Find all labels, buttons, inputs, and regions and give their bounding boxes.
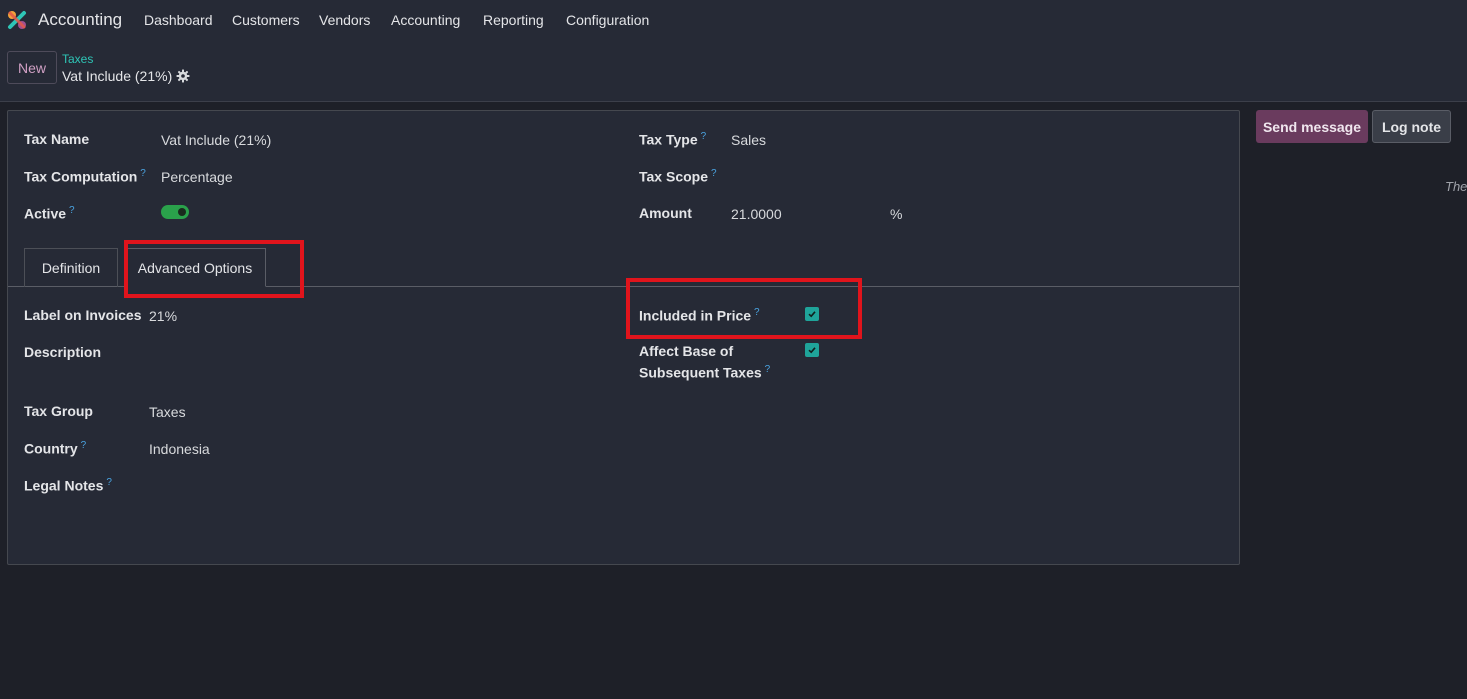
tax-group-label: Tax Group (24, 403, 93, 419)
active-label-text: Active (24, 205, 67, 222)
send-message-button[interactable]: Send message (1256, 110, 1368, 143)
nav-item-dashboard[interactable]: Dashboard (144, 12, 213, 28)
accounting-app-icon[interactable] (7, 10, 27, 30)
tax-type-label-text: Tax Type (639, 131, 698, 148)
country-field[interactable]: Indonesia (149, 441, 210, 457)
tax-group-field[interactable]: Taxes (149, 404, 186, 420)
tax-computation-field[interactable]: Percentage (161, 169, 233, 185)
nav-item-customers[interactable]: Customers (232, 12, 300, 28)
help-icon[interactable]: ? (701, 131, 707, 142)
gear-icon[interactable] (176, 69, 190, 83)
legal-notes-label: Legal Notes? (24, 477, 112, 494)
affect-base-checkbox[interactable] (805, 343, 819, 357)
affect-base-label-line2-text: Subsequent Taxes (639, 364, 762, 381)
help-icon[interactable]: ? (754, 307, 760, 318)
affect-base-label-line1: Affect Base of (639, 343, 734, 359)
included-in-price-checkbox[interactable] (805, 307, 819, 321)
tab-advanced-options[interactable]: Advanced Options (124, 248, 266, 287)
label-on-invoices-field[interactable]: 21% (149, 308, 177, 324)
help-icon[interactable]: ? (765, 364, 771, 375)
log-note-button[interactable]: Log note (1372, 110, 1451, 143)
help-icon[interactable]: ? (106, 477, 112, 488)
tab-definition[interactable]: Definition (24, 248, 118, 287)
amount-label: Amount (639, 205, 692, 221)
help-icon[interactable]: ? (69, 205, 75, 216)
tax-computation-label: Tax Computation? (24, 168, 146, 185)
country-label-text: Country (24, 440, 78, 457)
legal-notes-label-text: Legal Notes (24, 477, 104, 494)
chatter-empty-text: The (1445, 179, 1467, 194)
tax-scope-label-text: Tax Scope (639, 168, 708, 185)
nav-item-accounting[interactable]: Accounting (391, 12, 460, 28)
tax-computation-label-text: Tax Computation (24, 168, 138, 185)
app-name[interactable]: Accounting (38, 10, 122, 30)
tax-type-field[interactable]: Sales (731, 132, 766, 148)
active-label: Active? (24, 205, 75, 222)
new-button[interactable]: New (7, 51, 57, 84)
tax-type-label: Tax Type? (639, 131, 706, 148)
breadcrumb-parent-link[interactable]: Taxes (62, 52, 93, 66)
label-on-invoices-label: Label on Invoices (24, 307, 142, 323)
country-label: Country? (24, 440, 86, 457)
check-icon (808, 311, 816, 318)
amount-unit: % (890, 206, 903, 222)
active-toggle[interactable] (161, 205, 189, 219)
check-icon (808, 347, 816, 354)
top-navbar: Accounting Dashboard Customers Vendors A… (0, 0, 1467, 40)
tax-name-label: Tax Name (24, 131, 90, 147)
nav-item-reporting[interactable]: Reporting (483, 12, 544, 28)
description-label: Description (24, 344, 102, 360)
form-sheet: Tax Name Vat Include (21%) Tax Computati… (7, 110, 1240, 565)
tax-scope-label: Tax Scope? (639, 168, 717, 185)
help-icon[interactable]: ? (140, 168, 146, 179)
included-in-price-label: Included in Price? (639, 307, 760, 324)
nav-item-vendors[interactable]: Vendors (319, 12, 370, 28)
control-panel: New Taxes Vat Include (21%) (0, 40, 1467, 102)
affect-base-label-line2: Subsequent Taxes? (639, 364, 770, 381)
amount-field[interactable]: 21.0000 (731, 206, 782, 222)
nav-item-configuration[interactable]: Configuration (566, 12, 649, 28)
tax-name-field[interactable]: Vat Include (21%) (161, 132, 271, 148)
help-icon[interactable]: ? (711, 168, 717, 179)
breadcrumb-current: Vat Include (21%) (62, 68, 173, 84)
included-in-price-label-text: Included in Price (639, 307, 752, 324)
help-icon[interactable]: ? (81, 440, 87, 451)
